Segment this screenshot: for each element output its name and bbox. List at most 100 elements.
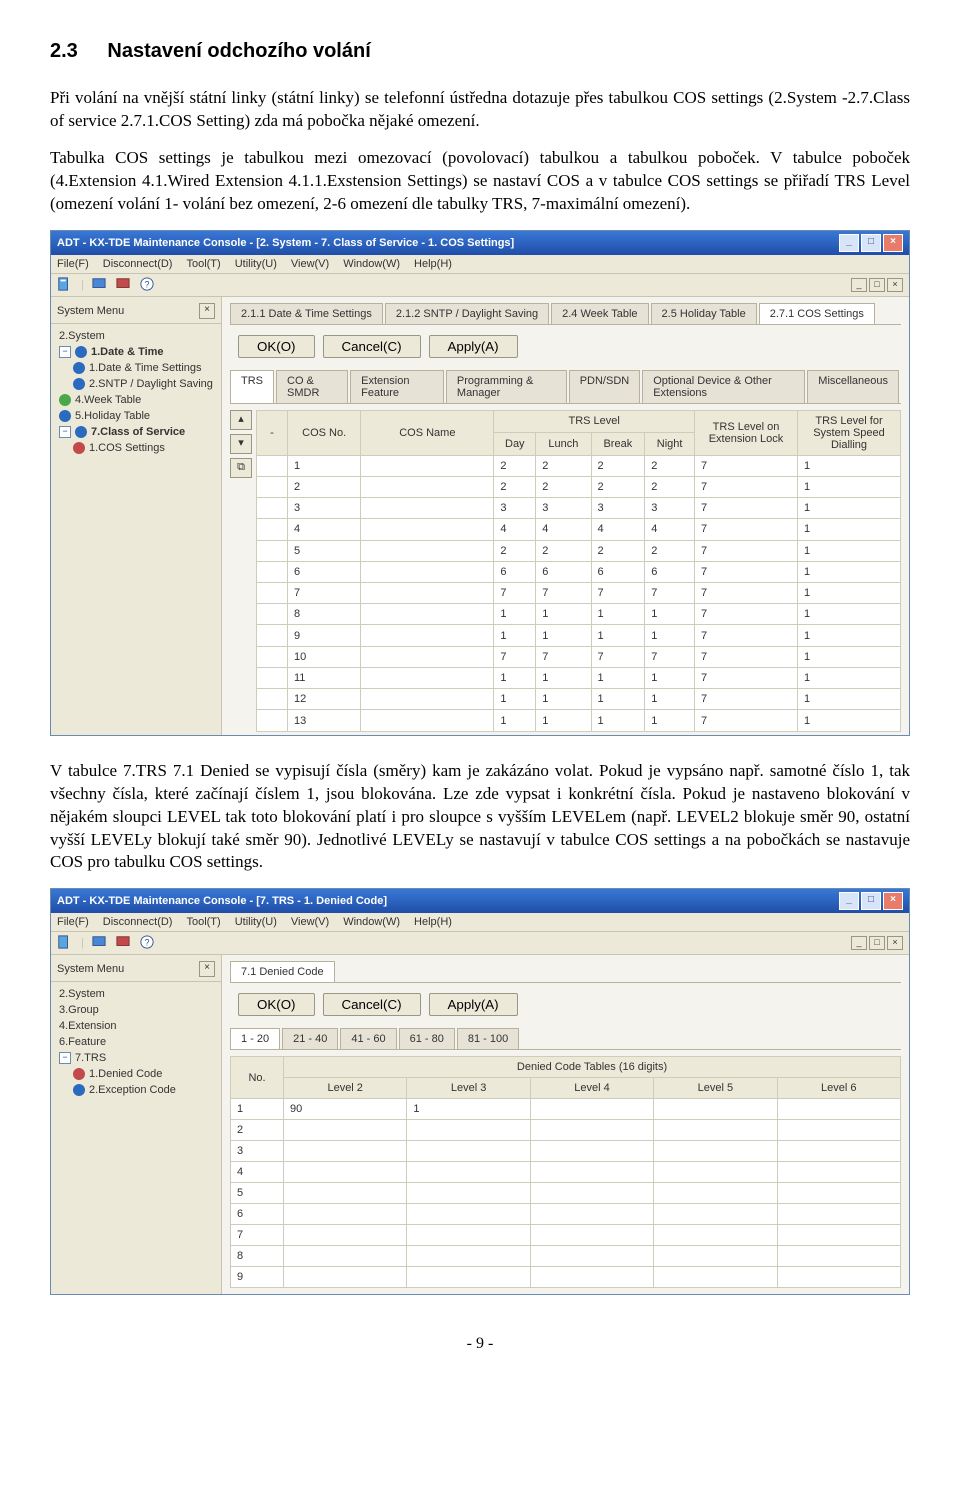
- cell[interactable]: [654, 1225, 777, 1246]
- cell[interactable]: 1: [798, 561, 901, 582]
- cancel-button[interactable]: Cancel(C): [323, 993, 421, 1016]
- cell[interactable]: [654, 1120, 777, 1141]
- col-speed[interactable]: TRS Level for System Speed Dialling: [798, 410, 901, 455]
- table-row[interactable]: 2222271: [257, 476, 901, 497]
- mdi-restore-icon[interactable]: □: [869, 278, 885, 292]
- cell[interactable]: [361, 540, 494, 561]
- maximize-button[interactable]: □: [861, 892, 881, 910]
- range-tab[interactable]: 61 - 80: [399, 1028, 455, 1049]
- panel-close-icon[interactable]: ×: [199, 303, 215, 319]
- cell[interactable]: 1: [288, 455, 361, 476]
- cell[interactable]: 1: [798, 710, 901, 731]
- cell[interactable]: 3: [231, 1141, 284, 1162]
- tool-copy-icon[interactable]: ⧉: [230, 458, 252, 478]
- table-row[interactable]: 6666671: [257, 561, 901, 582]
- cell[interactable]: 4: [536, 519, 591, 540]
- cell[interactable]: 7: [695, 604, 798, 625]
- cell[interactable]: 1: [645, 604, 695, 625]
- menu-item[interactable]: Tool(T): [186, 916, 220, 928]
- cell[interactable]: 2: [645, 476, 695, 497]
- cell[interactable]: 7: [536, 583, 591, 604]
- cell[interactable]: 7: [231, 1225, 284, 1246]
- subtab[interactable]: Miscellaneous: [807, 370, 899, 403]
- cell[interactable]: [361, 625, 494, 646]
- cell[interactable]: [257, 476, 288, 497]
- table-row[interactable]: 3333371: [257, 498, 901, 519]
- cell[interactable]: [777, 1120, 900, 1141]
- sd-card-icon[interactable]: [57, 935, 73, 951]
- table-row[interactable]: 3: [231, 1141, 901, 1162]
- cell[interactable]: 1: [645, 625, 695, 646]
- cell[interactable]: 6: [645, 561, 695, 582]
- cell[interactable]: 1: [536, 710, 591, 731]
- table-row[interactable]: 13111171: [257, 710, 901, 731]
- cell[interactable]: 10: [288, 646, 361, 667]
- sd-card-icon[interactable]: [57, 277, 73, 293]
- cell[interactable]: [257, 519, 288, 540]
- cell[interactable]: 7: [288, 583, 361, 604]
- tool-up-icon[interactable]: ▴: [230, 410, 252, 430]
- cell[interactable]: 8: [231, 1246, 284, 1267]
- col-l4[interactable]: Level 4: [530, 1078, 653, 1099]
- cell[interactable]: 2: [645, 540, 695, 561]
- cancel-button[interactable]: Cancel(C): [323, 335, 421, 358]
- tree-item[interactable]: 4.Week Table: [51, 392, 221, 408]
- cell[interactable]: [777, 1204, 900, 1225]
- tree-root[interactable]: 2.System: [51, 328, 221, 344]
- apply-button[interactable]: Apply(A): [429, 335, 518, 358]
- cell[interactable]: 1: [494, 604, 536, 625]
- menu-item[interactable]: Help(H): [414, 258, 452, 270]
- cell[interactable]: [530, 1267, 653, 1288]
- table-row[interactable]: 7: [231, 1225, 901, 1246]
- col-trslevel[interactable]: TRS Level: [494, 410, 695, 433]
- cell[interactable]: 7: [494, 583, 536, 604]
- cell[interactable]: 6: [288, 561, 361, 582]
- cell[interactable]: 2: [536, 540, 591, 561]
- col-break[interactable]: Break: [591, 433, 645, 456]
- subtab-active[interactable]: TRS: [230, 370, 274, 403]
- cell[interactable]: 1: [536, 667, 591, 688]
- menu-item[interactable]: File(F): [57, 258, 89, 270]
- cell[interactable]: [407, 1267, 530, 1288]
- cell[interactable]: [654, 1099, 777, 1120]
- cell[interactable]: 1: [798, 583, 901, 604]
- cell[interactable]: 1: [536, 625, 591, 646]
- cell[interactable]: 2: [536, 476, 591, 497]
- ok-button[interactable]: OK(O): [238, 993, 315, 1016]
- cell[interactable]: 1: [591, 604, 645, 625]
- cell[interactable]: [777, 1246, 900, 1267]
- table-row[interactable]: 8: [231, 1246, 901, 1267]
- col-l2[interactable]: Level 2: [284, 1078, 407, 1099]
- tree-item[interactable]: −1.Date & Time: [51, 344, 221, 360]
- cell[interactable]: 1: [798, 667, 901, 688]
- tab[interactable]: 2.1.1 Date & Time Settings: [230, 303, 383, 324]
- cell[interactable]: [407, 1204, 530, 1225]
- cell[interactable]: 7: [695, 689, 798, 710]
- cell[interactable]: [530, 1204, 653, 1225]
- cell[interactable]: 3: [645, 498, 695, 519]
- cell[interactable]: 5: [231, 1183, 284, 1204]
- cell[interactable]: [257, 604, 288, 625]
- table-row[interactable]: 4444471: [257, 519, 901, 540]
- range-tab[interactable]: 81 - 100: [457, 1028, 519, 1049]
- col-lock[interactable]: TRS Level on Extension Lock: [695, 410, 798, 455]
- cell[interactable]: [407, 1183, 530, 1204]
- cell[interactable]: 1: [494, 710, 536, 731]
- cell[interactable]: [407, 1141, 530, 1162]
- cell[interactable]: 3: [536, 498, 591, 519]
- cell[interactable]: [654, 1141, 777, 1162]
- subtab[interactable]: Programming & Manager: [446, 370, 567, 403]
- tab[interactable]: 2.4 Week Table: [551, 303, 648, 324]
- cell[interactable]: [530, 1246, 653, 1267]
- cell[interactable]: 1: [645, 710, 695, 731]
- range-tab[interactable]: 21 - 40: [282, 1028, 338, 1049]
- screen-blue-icon[interactable]: [92, 935, 108, 951]
- subtab[interactable]: Extension Feature: [350, 370, 444, 403]
- cell[interactable]: [777, 1162, 900, 1183]
- menu-item[interactable]: Utility(U): [235, 258, 277, 270]
- screen-red-icon[interactable]: [116, 277, 132, 293]
- cell[interactable]: 7: [591, 583, 645, 604]
- cell[interactable]: 2: [494, 476, 536, 497]
- tab-active[interactable]: 7.1 Denied Code: [230, 961, 335, 982]
- menu-item[interactable]: Disconnect(D): [103, 916, 173, 928]
